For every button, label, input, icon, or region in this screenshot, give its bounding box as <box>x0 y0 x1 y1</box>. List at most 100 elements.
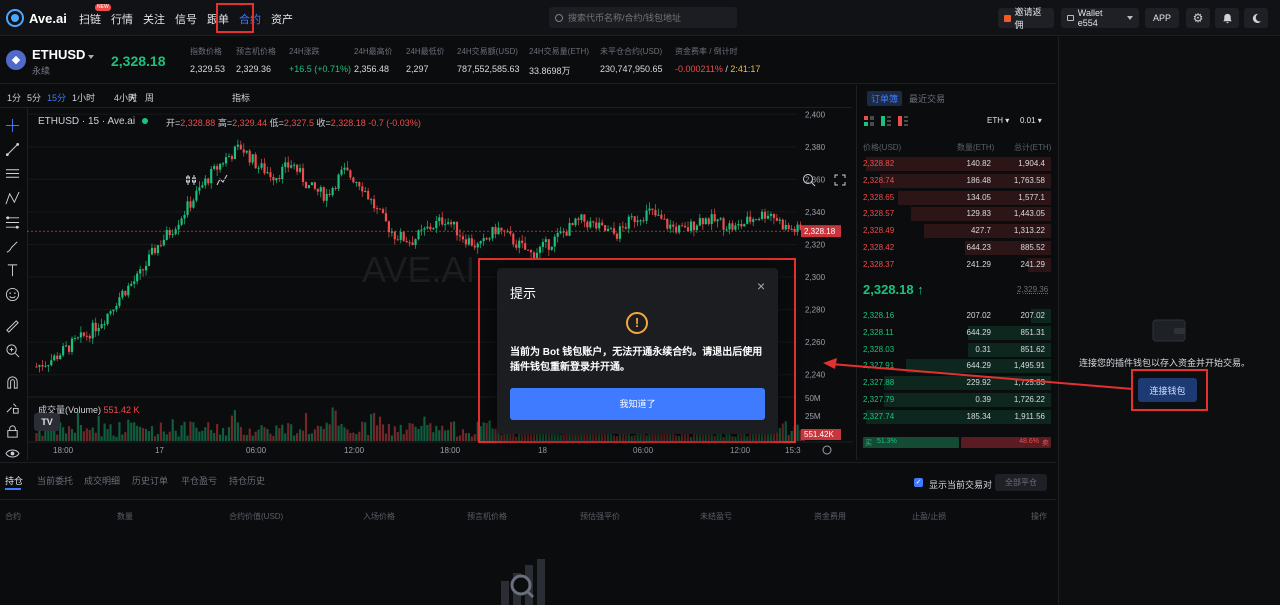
timeframe-1h[interactable]: 1小时 <box>72 91 95 104</box>
volume-bar <box>91 427 94 441</box>
brush-icon[interactable] <box>5 239 20 254</box>
ask-row[interactable]: 2,328.49 427.7 1,313.22 <box>857 223 1051 239</box>
tab-recent-trades[interactable]: 最近交易 <box>905 91 949 106</box>
candle-body <box>301 168 305 183</box>
trendline-icon[interactable] <box>5 142 20 157</box>
volume-bar <box>221 427 225 441</box>
close-all-button[interactable]: 全部平仓 <box>995 474 1047 491</box>
tick-select[interactable]: 0.01 ▾ <box>1020 116 1042 125</box>
search-input[interactable] <box>568 12 728 23</box>
col-quantity: 数量 <box>117 512 133 521</box>
nav-item-follow[interactable]: 关注 <box>143 11 165 27</box>
open-label: 开= <box>166 118 181 128</box>
nav-item-assets[interactable]: 资产 <box>271 11 293 27</box>
fib-icon[interactable] <box>5 215 20 230</box>
symbol-dropdown-icon[interactable] <box>88 55 94 59</box>
book-layout-asks-icon[interactable] <box>898 116 908 126</box>
invite-button[interactable]: 邀请返佣 <box>998 7 1054 30</box>
timeframe-1m[interactable]: 1分 <box>7 91 21 104</box>
bell-icon <box>1222 13 1232 23</box>
acknowledge-button[interactable]: 我知道了 <box>510 388 765 420</box>
ask-row[interactable]: 2,328.65 134.05 1,577.1 <box>857 190 1051 206</box>
volume-bar <box>144 428 148 441</box>
bid-row[interactable]: 2,328.16 207.02 207.02 <box>857 308 1051 324</box>
ask-row[interactable]: 2,328.37 241.29 241.29 <box>857 257 1051 273</box>
candle-body <box>734 225 737 230</box>
search-box[interactable] <box>549 7 737 28</box>
tab-open-orders[interactable]: 当前委托 <box>37 474 73 487</box>
app-button[interactable]: APP <box>1145 8 1179 28</box>
candle-body <box>322 187 325 201</box>
candle-body <box>272 177 275 181</box>
bid-row[interactable]: 2,327.74 185.34 1,911.56 <box>857 409 1051 425</box>
ruler-icon[interactable] <box>5 319 20 334</box>
tab-order-book[interactable]: 订单簿 <box>867 91 903 106</box>
ask-row[interactable]: 2,328.74 186.48 1,763.58 <box>857 173 1051 189</box>
eye-icon[interactable] <box>5 446 20 461</box>
tab-position-history[interactable]: 持仓历史 <box>229 474 265 487</box>
symbol-name[interactable]: ETHUSD <box>32 47 85 62</box>
volume-bar <box>464 433 467 441</box>
lock-drawing-icon[interactable] <box>5 400 20 415</box>
candle-body <box>47 365 50 367</box>
lock-icon[interactable] <box>5 424 20 439</box>
volume-bar <box>387 424 390 441</box>
logo[interactable]: Ave.ai <box>6 9 67 27</box>
candle-body <box>334 187 337 189</box>
mid-ref-price: 2,329.36 <box>1017 285 1049 294</box>
settings-button[interactable]: ⚙ <box>1186 8 1210 28</box>
emoji-icon[interactable] <box>5 287 20 302</box>
bid-row[interactable]: 2,328.11 644.29 851.31 <box>857 325 1051 341</box>
positions-panel: 持仓 当前委托 成交明细 历史订单 平仓盈亏 持仓历史 ✓ 显示当前交易对 全部… <box>0 462 1056 605</box>
wallet-button[interactable]: Wallet e554 <box>1061 8 1139 28</box>
volume-bar <box>444 430 447 441</box>
zoom-in-icon[interactable] <box>5 343 20 358</box>
text-tool-icon[interactable] <box>5 263 20 278</box>
magnet-icon[interactable] <box>5 375 20 390</box>
book-layout-bids-icon[interactable] <box>881 116 891 126</box>
stat-value: 230,747,950.65 <box>600 64 663 74</box>
candle-body <box>527 249 530 251</box>
timeframe-15m[interactable]: 15分 <box>47 91 66 104</box>
timeframe-5m[interactable]: 5分 <box>27 91 41 104</box>
pattern-icon[interactable] <box>5 191 20 206</box>
ask-row[interactable]: 2,328.82 140.82 1,904.4 <box>857 156 1051 172</box>
tab-order-history[interactable]: 历史订单 <box>132 474 168 487</box>
candle-body <box>159 245 162 247</box>
close-icon[interactable]: × <box>757 278 765 294</box>
notice-dialog: 提示 × ! 当前为 Bot 钱包账户，无法开通永续合约。请退出后使用插件钱包重… <box>497 268 778 434</box>
book-layout-both-icon[interactable] <box>864 116 874 126</box>
crosshair-icon[interactable] <box>5 118 20 133</box>
nav-item-scan[interactable]: 扫链 NEW <box>79 4 111 27</box>
tab-fills[interactable]: 成交明细 <box>84 474 120 487</box>
volume-bar <box>103 423 106 441</box>
row-qty: 427.7 <box>970 226 991 236</box>
ask-row[interactable]: 2,328.42 644.23 885.52 <box>857 240 1051 256</box>
volume-bar <box>67 426 71 441</box>
candle-body <box>562 231 565 233</box>
timeframe-week[interactable]: 周 <box>145 91 154 104</box>
timeframe-day[interactable]: 天 <box>128 91 137 104</box>
tab-pnl[interactable]: 平仓盈亏 <box>181 474 217 487</box>
ask-row[interactable]: 2,328.57 129.83 1,443.05 <box>857 206 1051 222</box>
candle-body <box>227 156 231 158</box>
connect-wallet-button[interactable]: 连接钱包 <box>1138 378 1197 402</box>
show-current-checkbox[interactable]: ✓ <box>914 478 923 487</box>
stat-open-interest: 未平仓合约(USD) 230,747,950.65 <box>600 46 663 74</box>
stat-value: -0.000211% / 2:41:17 <box>675 64 761 74</box>
notification-button[interactable] <box>1215 8 1239 28</box>
coin-select[interactable]: ETH ▾ <box>987 116 1009 125</box>
candle-body <box>139 269 142 274</box>
candle-body <box>506 231 509 233</box>
nav-item-signal[interactable]: 信号 <box>175 11 197 27</box>
volume-bar <box>438 430 441 441</box>
candle-body <box>695 225 698 231</box>
candle-body <box>642 220 645 222</box>
tab-positions[interactable]: 持仓 <box>5 474 23 487</box>
row-price: 2,328.65 <box>863 192 895 202</box>
nav-item-market[interactable]: 行情 <box>111 11 133 27</box>
volume-bar <box>316 425 319 441</box>
indicators-button[interactable]: 指标 <box>232 91 250 104</box>
horizontal-lines-icon[interactable] <box>5 166 20 181</box>
theme-toggle[interactable] <box>1244 8 1268 28</box>
